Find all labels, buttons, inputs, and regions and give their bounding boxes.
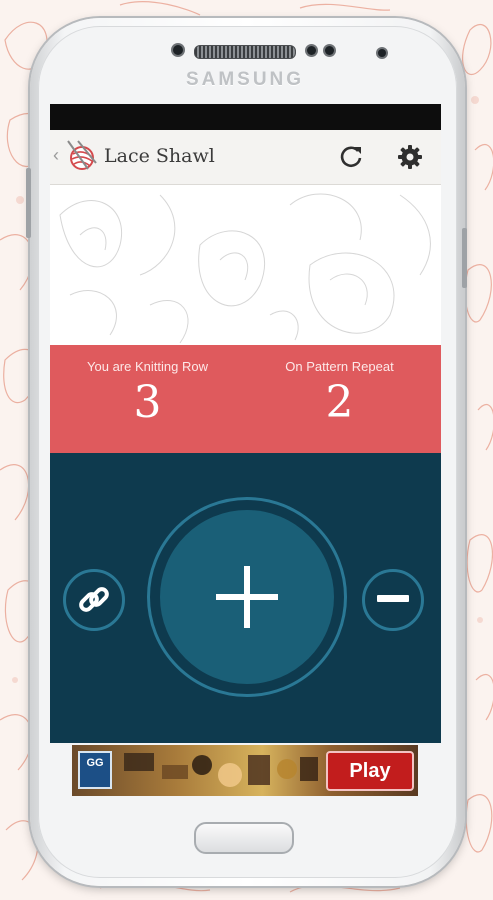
pattern-chart-area [50,185,441,345]
power-key [462,228,467,288]
yarn-ball-needles-icon[interactable] [64,139,98,173]
ad-play-button[interactable]: Play [326,751,414,791]
row-counter-label: You are Knitting Row [87,359,208,374]
earpiece-speaker [194,45,296,59]
plus-icon [216,566,278,628]
home-button[interactable] [194,822,294,854]
camera-icon [378,49,386,57]
volume-key [26,168,31,238]
floral-pattern-image [59,193,431,344]
action-bar: ‹ Lace Shawl [50,130,441,185]
page-title: Lace Shawl [104,145,215,167]
link-button[interactable] [63,569,125,631]
status-bar [50,104,441,130]
repeat-counter: On Pattern Repeat 2 [242,345,437,453]
increment-row-button[interactable] [147,497,347,697]
row-counter-value: 3 [133,377,162,428]
counter-controls [50,453,441,743]
repeat-counter-label: On Pattern Repeat [285,359,394,374]
link-icon [79,587,109,612]
gear-icon[interactable] [396,143,424,171]
minus-icon [377,595,409,602]
increment-row-button-face [160,510,334,684]
front-camera-icon [173,45,183,55]
refresh-icon[interactable] [338,143,364,169]
row-counter: You are Knitting Row 3 [50,345,245,453]
counter-band: You are Knitting Row 3 On Pattern Repeat… [50,345,441,453]
ad-banner[interactable]: GG Play [50,743,441,796]
ad-image[interactable]: GG Play [72,745,418,796]
decrement-row-button[interactable] [362,569,424,631]
app-screen: ‹ Lace Shawl You are Knitting Row 3 On P… [50,104,441,796]
chevron-left-icon[interactable]: ‹ [53,145,59,166]
sensor-icon [325,46,334,55]
ad-logo: GG [78,751,112,789]
sensor-icon [307,46,316,55]
repeat-counter-value: 2 [325,377,354,428]
brand-logo: SAMSUNG [185,69,305,90]
